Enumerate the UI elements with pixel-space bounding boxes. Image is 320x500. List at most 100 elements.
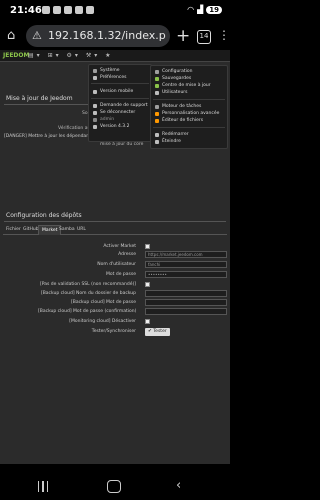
home-button-icon[interactable] xyxy=(107,480,121,493)
deps-section-title: Configuration des dépôts xyxy=(6,212,82,219)
menu-item-systeme[interactable]: Système xyxy=(93,68,120,73)
power-icon xyxy=(155,139,159,144)
menu-separator xyxy=(91,98,149,99)
system-icons: ◠ ▟ 19 xyxy=(187,5,222,14)
user-icon xyxy=(93,117,97,122)
menu-item-configuration[interactable]: Configuration xyxy=(155,69,193,74)
menu-item-users[interactable]: Utilisateurs xyxy=(155,90,188,95)
divider xyxy=(4,221,226,222)
activate-market-label: Activer Market xyxy=(103,244,136,249)
logout-icon xyxy=(93,110,97,115)
brush-icon xyxy=(155,111,159,116)
menu-item-version[interactable]: Version 4.3.2 xyxy=(93,124,129,129)
menu-item-label: admin xyxy=(100,117,115,122)
password-input[interactable]: •••••••• xyxy=(145,271,227,278)
back-icon[interactable]: ‹ xyxy=(176,478,181,493)
tasks-icon xyxy=(155,104,159,109)
menu-separator xyxy=(91,83,149,84)
wifi-icon: ◠ xyxy=(187,5,195,14)
not-secure-icon[interactable]: ⚠ xyxy=(32,29,42,42)
menu-item-label: Demande de support xyxy=(100,103,148,108)
menu-item-label: Version 4.3.2 xyxy=(100,124,130,129)
system-icon xyxy=(93,68,97,73)
notification-icon xyxy=(86,6,94,14)
backup-folder-input[interactable] xyxy=(145,290,227,297)
android-nav-bar: ‹ xyxy=(0,472,230,500)
backup-folder-label: [Backup cloud] Nom du dossier de backup xyxy=(40,291,136,296)
jeedom-logo[interactable]: JEEDOM xyxy=(3,52,29,59)
test-sync-label: Tester/Synchroniser xyxy=(91,329,136,334)
backup-password-input[interactable] xyxy=(145,299,227,306)
menu-item-label: Se déconnecter xyxy=(100,110,136,115)
menu-separator xyxy=(153,127,225,128)
backup-password-label: [Backup cloud] Mot de passe xyxy=(70,300,136,305)
jeedom-page: JEEDOM ▤▾ ⊞▾ ⚙▾ ⚒▾ ★ Mise à jour de Jeed… xyxy=(0,50,230,464)
menu-item-label: Préférences xyxy=(100,75,127,80)
backup-password-confirm-input[interactable] xyxy=(145,308,227,315)
username-input[interactable]: fanchi xyxy=(145,261,227,268)
menu-item-label: Utilisateurs xyxy=(162,90,188,95)
more-options-icon[interactable]: ⋮ xyxy=(218,28,230,42)
ssl-label: [Pas de validation SSL (non recommandé)] xyxy=(40,282,136,287)
menu-item-logout[interactable]: Se déconnecter xyxy=(93,110,135,115)
username-label: Nom d'utilisateur xyxy=(97,262,136,267)
menu-item-shutdown[interactable]: Éteindre xyxy=(155,139,181,144)
menu-item-admin: admin xyxy=(93,117,114,122)
battery-icon: 19 xyxy=(206,5,222,14)
backup-password-confirm-label: [Backup cloud] Mot de passe (confirmatio… xyxy=(38,309,137,314)
mobile-icon xyxy=(93,89,97,94)
address-bar[interactable]: ⚠ 192.168.1.32/index.p xyxy=(26,25,170,47)
new-tab-icon[interactable]: + xyxy=(176,26,190,46)
menu-item-update-center[interactable]: Centre de mise à jour xyxy=(155,83,211,88)
recents-icon[interactable] xyxy=(38,481,48,492)
menu-item-restart[interactable]: Redémarrer xyxy=(155,132,189,137)
refresh-icon xyxy=(155,83,159,88)
notification-icon xyxy=(42,6,50,14)
tab-url[interactable]: URL xyxy=(74,225,89,234)
notification-icons xyxy=(42,6,94,14)
update-section-title: Mise à jour de Jeedom xyxy=(6,95,73,102)
menu-item-label: Centre de mise à jour xyxy=(162,83,211,88)
ssl-checkbox[interactable] xyxy=(145,282,150,287)
restart-icon xyxy=(155,132,159,137)
menu-item-task-engine[interactable]: Moteur de tâches xyxy=(155,104,201,109)
monitoring-label: [Monitoring cloud] Désactiver xyxy=(69,319,136,324)
menu-item-preferences[interactable]: Préférences xyxy=(93,75,126,80)
notification-icon xyxy=(64,6,72,14)
activate-market-checkbox[interactable] xyxy=(145,244,150,249)
test-button[interactable]: ✔ Tester xyxy=(145,328,170,336)
support-icon xyxy=(93,103,97,108)
address-input[interactable]: https://market.jeedom.com xyxy=(145,251,227,258)
menu-item-version-mobile[interactable]: Version mobile xyxy=(93,89,133,94)
menu-item-backups[interactable]: Sauvegardes xyxy=(155,76,191,81)
users-icon xyxy=(155,90,159,95)
menu-item-label: Éditeur de fichiers xyxy=(162,118,204,123)
backup-icon xyxy=(155,76,159,81)
menu-item-label: Version mobile xyxy=(100,89,134,94)
gear-icon xyxy=(155,69,159,74)
menu-item-support[interactable]: Demande de support xyxy=(93,103,148,108)
file-icon xyxy=(155,118,159,123)
jeedom-navbar: JEEDOM ▤▾ ⊞▾ ⚙▾ ⚒▾ ★ xyxy=(0,50,230,62)
repo-tabs: Fichier GitHub Market Samba URL xyxy=(3,225,227,235)
menu-item-label: Configuration xyxy=(162,69,193,74)
menu-item-label: Redémarrer xyxy=(162,132,189,137)
home-icon[interactable]: ⌂ xyxy=(7,28,15,43)
menu-separator xyxy=(153,99,225,100)
update-core-label: mise à jour du core xyxy=(100,142,144,147)
menu-item-advanced-custom[interactable]: Personnalisation avancée xyxy=(155,111,219,116)
bottom-spacer xyxy=(0,464,230,472)
monitoring-checkbox[interactable] xyxy=(145,319,150,324)
menu-item-label: Sauvegardes xyxy=(162,76,192,81)
tab-switcher-button[interactable]: 14 xyxy=(197,30,211,44)
menu-item-file-editor[interactable]: Éditeur de fichiers xyxy=(155,118,203,123)
menu-item-label: Éteindre xyxy=(162,139,181,144)
url-text[interactable]: 192.168.1.32/index.p xyxy=(48,29,166,42)
password-label: Mot de passe xyxy=(106,272,136,277)
browser-toolbar: ⌂ ⚠ 192.168.1.32/index.p + 14 ⋮ xyxy=(0,22,230,50)
settings-submenu: Configuration Sauvegardes Centre de mise… xyxy=(150,65,228,149)
info-icon xyxy=(93,124,97,129)
navbar-menu-icons[interactable]: ▤▾ ⊞▾ ⚙▾ ⚒▾ ★ xyxy=(28,52,114,59)
signal-icon: ▟ xyxy=(197,5,204,14)
notification-icon xyxy=(75,6,83,14)
